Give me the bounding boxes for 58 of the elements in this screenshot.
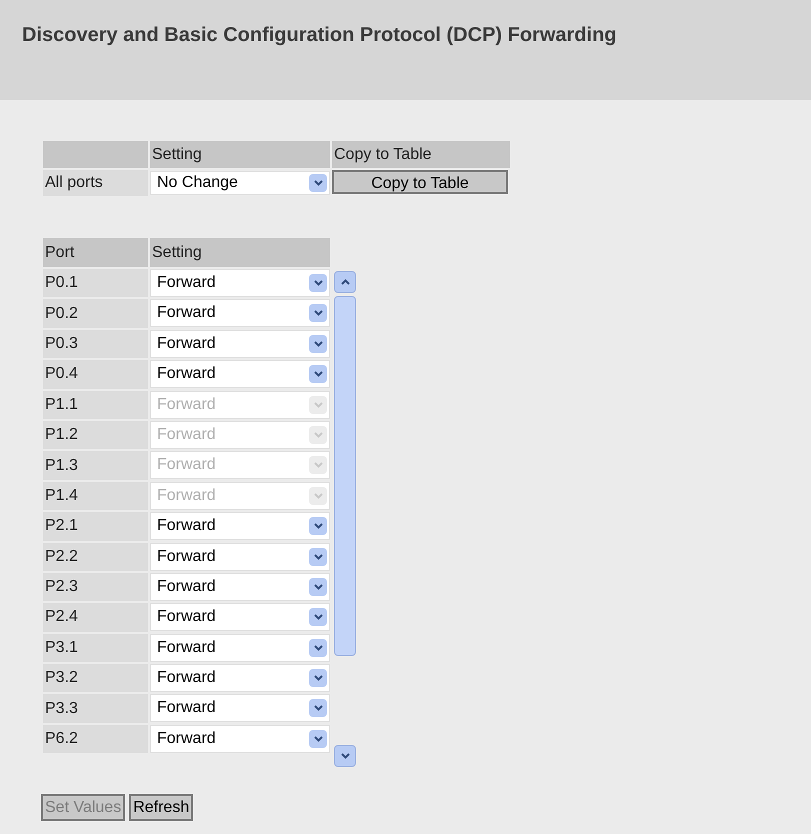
scrollbar[interactable] bbox=[334, 271, 356, 767]
chevron-down-icon bbox=[314, 371, 322, 378]
dropdown[interactable]: Forward bbox=[150, 694, 330, 722]
dropdown[interactable]: Forward bbox=[150, 330, 330, 358]
chevron-down-icon bbox=[314, 492, 322, 499]
port-cell: P2.3 bbox=[43, 572, 148, 602]
dropdown[interactable]: Forward bbox=[150, 542, 330, 571]
chevron-down-icon bbox=[314, 340, 322, 347]
port-cell: P2.1 bbox=[43, 512, 148, 541]
dropdown[interactable]: Forward bbox=[150, 299, 330, 328]
port-cell: P3.3 bbox=[43, 694, 148, 723]
port-cell: P0.4 bbox=[43, 360, 148, 389]
port-cell: P2.4 bbox=[43, 603, 148, 632]
chevron-down-icon bbox=[314, 432, 322, 438]
chevron-down-icon bbox=[340, 753, 350, 759]
dropdown[interactable]: Forward bbox=[150, 512, 330, 540]
port-cell: P0.2 bbox=[43, 299, 148, 328]
dropdown[interactable]: Forward bbox=[150, 572, 330, 601]
header-cell: Copy to Table bbox=[332, 141, 510, 168]
dropdown[interactable]: Forward bbox=[150, 603, 330, 632]
copy-to-table-button[interactable]: Copy to Table bbox=[332, 170, 508, 194]
chevron-down-icon bbox=[314, 523, 322, 530]
port-cell: P0.3 bbox=[43, 330, 148, 358]
port-cell: P1.4 bbox=[43, 482, 148, 510]
header-cell: Setting bbox=[150, 238, 330, 267]
port-cell: P1.1 bbox=[43, 390, 148, 419]
dropdown[interactable]: Forward bbox=[150, 360, 330, 388]
row-label: All ports bbox=[43, 170, 148, 196]
port-cell: P3.1 bbox=[43, 634, 148, 662]
chevron-down-icon bbox=[314, 736, 322, 742]
header-cell: Port bbox=[43, 238, 148, 267]
action-button[interactable]: Refresh bbox=[129, 794, 194, 821]
chevron-up-icon bbox=[340, 279, 350, 285]
port-cell: P1.3 bbox=[43, 451, 148, 480]
scrollbar-thumb[interactable] bbox=[334, 296, 356, 656]
chevron-down-icon bbox=[314, 554, 322, 560]
port-cell: P2.2 bbox=[43, 542, 148, 571]
chevron-down-icon bbox=[314, 280, 322, 286]
chevron-down-icon bbox=[314, 584, 322, 590]
port-cell: P1.2 bbox=[43, 420, 148, 450]
chevron-down-icon bbox=[314, 462, 322, 468]
chevron-down-icon bbox=[314, 705, 322, 712]
port-cell: P0.1 bbox=[43, 269, 148, 298]
chevron-down-icon bbox=[314, 310, 322, 316]
header-cell: Setting bbox=[150, 141, 330, 168]
chevron-down-icon bbox=[314, 180, 322, 186]
chevron-down-icon bbox=[314, 644, 322, 651]
port-cell: P6.2 bbox=[43, 724, 148, 754]
dropdown[interactable]: Forward bbox=[150, 269, 330, 297]
dropdown[interactable]: Forward bbox=[150, 724, 330, 753]
page-title: Discovery and Basic Configuration Protocol (DCP) Forwarding bbox=[22, 23, 618, 48]
chevron-down-icon bbox=[314, 614, 322, 620]
dropdown[interactable]: Forward bbox=[150, 634, 330, 662]
dropdown[interactable]: Forward bbox=[150, 664, 330, 692]
chevron-down-icon bbox=[314, 675, 322, 682]
chevron-down-icon bbox=[314, 402, 322, 408]
port-cell: P3.2 bbox=[43, 664, 148, 692]
dropdown[interactable]: No Change bbox=[150, 171, 330, 195]
